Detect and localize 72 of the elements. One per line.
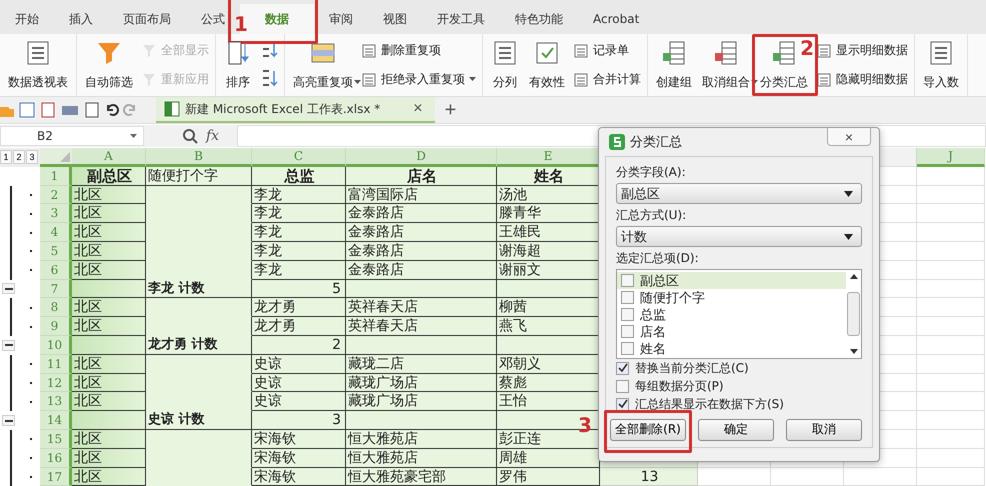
table-cell: 宋海钦 [252,448,346,468]
table-cell: 龙才勇 [252,317,346,336]
table-cell: 北区 [72,204,146,224]
table-cell: 宋海钦 [252,430,346,449]
table-cell: 周雄 [497,448,600,468]
table-cell: 恒大雅苑店 [346,430,497,449]
checkbox-label: 汇总结果显示在数据下方(S) [635,396,784,413]
table-cell: 谢丽文 [497,260,600,280]
table-cell: 北区 [72,260,146,280]
dialog-title: 分类汇总 [630,134,682,151]
table-cell: 柳茜 [497,298,600,318]
table-cell: 李龙 [252,186,346,204]
table-cell: 北区 [72,242,146,261]
table-cell: 罗伟 [497,468,600,486]
table-cell: 李龙 [252,260,346,280]
table-cell: 2 [252,336,346,355]
table-cell: 金泰路店 [346,204,497,224]
field-label: 分类字段(A): [616,164,687,181]
table-cell: 北区 [72,430,146,449]
table-cell: 李龙 [252,242,346,261]
table-cell: 富湾国际店 [346,186,497,204]
table-cell: 北区 [72,374,146,392]
table-cell: 北区 [72,448,146,468]
table-cell: 李龙 [252,223,346,242]
callout-number: 2 [800,38,814,58]
table-cell: 宋海钦 [252,468,346,486]
table-cell: 邓朝义 [497,354,600,374]
table-cell: 滕青华 [497,204,600,224]
table-cell: 北区 [72,468,146,486]
table-cell: 北区 [72,392,146,412]
table-cell: 金泰路店 [346,260,497,280]
table-cell: 史谅 [252,354,346,374]
table-cell: 北区 [72,223,146,242]
table-cell: 李龙 [252,204,346,224]
checkbox-label: 每组数据分页(P) [635,378,724,395]
table-cell: 恒大雅苑豪宅部 [346,468,497,486]
table-cell: 史谅 [252,392,346,412]
table-cell: 藏珑广场店 [346,392,497,412]
table-cell: 北区 [72,354,146,374]
table-cell: 汤池 [497,186,600,204]
table-cell: 史谅 [252,374,346,392]
checkbox-label: 替换当前分类汇总(C) [635,360,749,377]
table-cell: 李龙 计数 [146,280,252,298]
table-cell: 金泰路店 [346,223,497,242]
table-cell: 王雄民 [497,223,600,242]
table-cell: 姓名 [497,166,600,186]
table-cell: 金泰路店 [346,242,497,261]
table-cell: 13 [600,468,698,486]
table-cell: 藏珑广场店 [346,374,497,392]
table-cell: 3 [252,411,346,430]
table-cell: 蔡彪 [497,374,600,392]
table-cell: 店名 [346,166,497,186]
table-cell: 燕飞 [497,317,600,336]
table-cell: 5 [252,280,346,298]
table-cell: 随便打个字 [146,166,252,186]
table-cell: 谢海超 [497,242,600,261]
table-cell: 副总区 [72,166,146,186]
table-cell: 恒大雅苑店 [346,448,497,468]
table-cell: 史谅 计数 [146,411,252,430]
table-cell: 英祥春天店 [346,317,497,336]
table-cell: 龙才勇 [252,298,346,318]
table-cell: 藏珑二店 [346,354,497,374]
table-cell: 北区 [72,298,146,318]
document-title: 新建 Microsoft Excel 工作表.xlsx * [185,100,380,118]
table-cell: 北区 [72,317,146,336]
table-cell: 王怡 [497,392,600,412]
field-label: 汇总方式(U): [616,207,688,224]
table-cell: 总监 [252,166,346,186]
field-label: 选定汇总项(D): [616,250,700,268]
table-cell: 英祥春天店 [346,298,497,318]
table-cell: 北区 [72,186,146,204]
table-cell: 龙才勇 计数 [146,336,252,355]
